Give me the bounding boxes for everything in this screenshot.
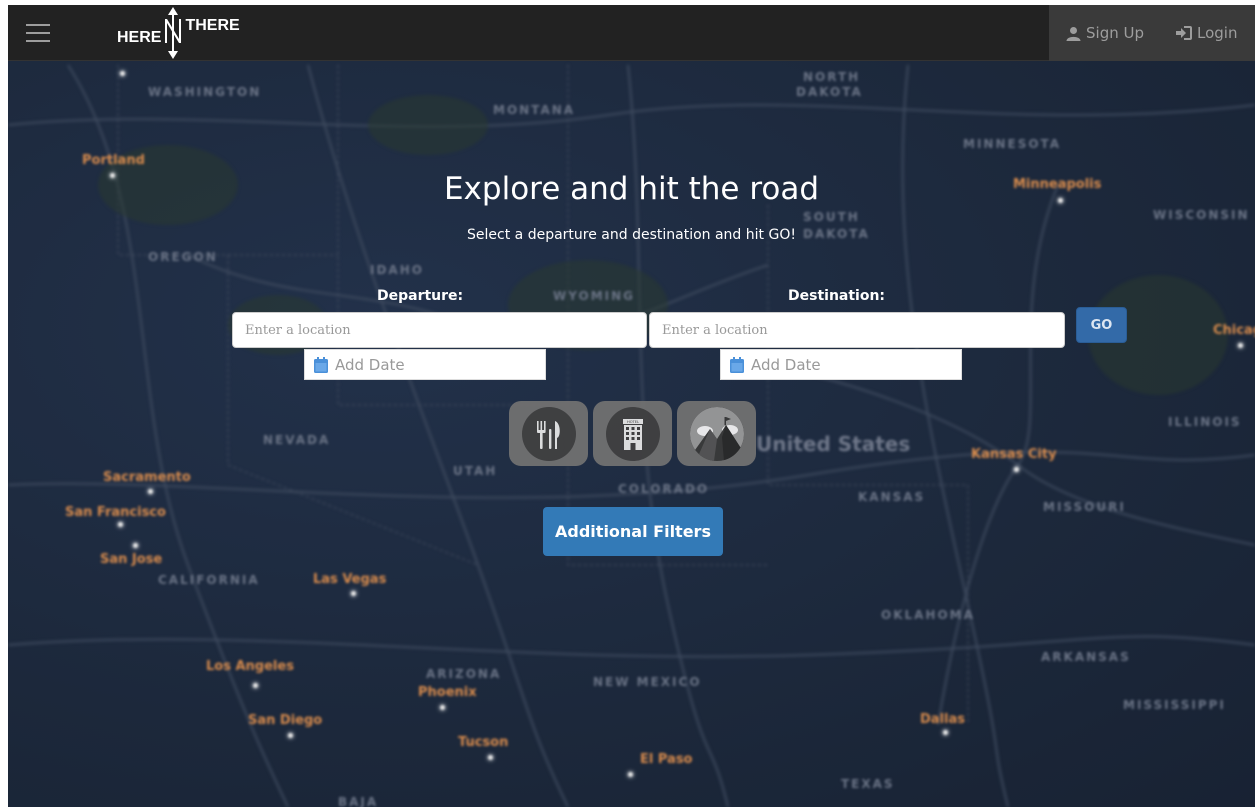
city-dot — [148, 489, 153, 494]
signup-link[interactable]: Sign Up — [1066, 24, 1144, 42]
city-dot — [118, 522, 123, 527]
map-label-state: DAKOTA — [796, 85, 863, 99]
map-label-city: Portland — [82, 153, 145, 168]
map-label-city: Los Angeles — [206, 659, 294, 674]
map-label-city: Phoenix — [418, 685, 477, 700]
city-dot — [133, 543, 138, 548]
map-label-city: San Jose — [100, 552, 163, 567]
navbar: HERE THERE Sign Up Login — [8, 5, 1255, 61]
map-label-state: COLORADO — [618, 482, 710, 496]
city-dot — [253, 683, 258, 688]
svg-text:HOTEL: HOTEL — [627, 420, 639, 424]
map-label-city: Kansas City — [971, 447, 1057, 462]
map-label-state: NEW MEXICO — [593, 675, 702, 689]
city-dot — [1238, 343, 1243, 348]
map-label-state: WASHINGTON — [148, 85, 262, 99]
city-dot — [440, 705, 445, 710]
destination-input[interactable] — [649, 312, 1065, 348]
map-label-country: United States — [756, 432, 911, 456]
brand-text-here: HERE — [117, 29, 162, 46]
mountain-icon — [689, 406, 744, 461]
page-title: Explore and hit the road — [443, 171, 820, 207]
hotel-filter-button[interactable]: HOTEL — [593, 401, 672, 466]
brand-text-there: THERE — [185, 17, 240, 34]
map-label-state: WISCONSIN — [1153, 208, 1250, 222]
map-label-state: ILLINOIS — [1168, 415, 1242, 429]
login-icon — [1176, 26, 1192, 40]
map-label-city: Chicago — [1213, 323, 1255, 338]
restaurant-icon — [521, 406, 576, 461]
destination-date-label: Add Date — [751, 355, 821, 374]
map-label-state: OREGON — [148, 250, 218, 264]
map-label-state: NEVADA — [263, 433, 331, 447]
map-label-state: MINNESOTA — [963, 137, 1062, 151]
user-icon — [1066, 26, 1081, 41]
brand-logo[interactable]: HERE THERE — [117, 5, 240, 61]
signup-label: Sign Up — [1086, 24, 1144, 42]
outdoors-filter-button[interactable] — [677, 401, 756, 466]
app-frame: WASHINGTON MONTANA NORTH DAKOTA MINNESOT… — [8, 5, 1255, 807]
calendar-icon — [730, 356, 744, 373]
map-label-state: SOUTH — [803, 210, 860, 224]
map-label-state: BAJA — [338, 795, 379, 807]
map-label-city: San Diego — [248, 713, 323, 728]
map-label-state: MISSOURI — [1043, 500, 1126, 514]
departure-date-picker[interactable]: Add Date — [304, 349, 546, 380]
city-dot — [1014, 467, 1019, 472]
destination-label: Destination: — [788, 288, 886, 304]
city-dot — [351, 591, 356, 596]
city-dot — [628, 772, 633, 777]
login-label: Login — [1197, 24, 1238, 42]
departure-label: Departure: — [377, 288, 464, 304]
map-label-state: MISSISSIPPI — [1123, 698, 1226, 712]
city-dot — [943, 730, 948, 735]
city-dot — [288, 733, 293, 738]
login-link[interactable]: Login — [1176, 24, 1237, 42]
map-label-state: ARIZONA — [426, 667, 502, 681]
go-button[interactable]: GO — [1076, 307, 1127, 343]
map-label-city: Sacramento — [103, 470, 191, 485]
hamburger-icon[interactable] — [26, 21, 50, 45]
calendar-icon — [314, 356, 328, 373]
map-label-state: KANSAS — [858, 490, 926, 504]
north-arrow-icon — [163, 5, 183, 61]
city-dot — [120, 71, 125, 76]
restaurant-filter-button[interactable] — [509, 401, 588, 466]
nav-account-links: Sign Up Login — [1049, 5, 1255, 61]
departure-input[interactable] — [232, 312, 647, 348]
map-label-state: OKLAHOMA — [881, 608, 975, 622]
additional-filters-button[interactable]: Additional Filters — [543, 507, 723, 556]
departure-date-label: Add Date — [335, 355, 405, 374]
map-label-city: Dallas — [920, 712, 965, 727]
city-dot — [488, 755, 493, 760]
hotel-icon: HOTEL — [605, 406, 660, 461]
map-label-city: Las Vegas — [313, 572, 387, 587]
map-label-state: MONTANA — [493, 103, 576, 117]
map-label-city: Tucson — [458, 735, 509, 750]
map-label-state: ARKANSAS — [1041, 650, 1131, 664]
map-label-state: WYOMING — [553, 289, 635, 303]
map-label-state: IDAHO — [370, 263, 424, 277]
map-label-state: TEXAS — [841, 777, 895, 791]
map-label-state: NORTH — [803, 70, 861, 84]
destination-date-picker[interactable]: Add Date — [720, 349, 962, 380]
map-label-city: El Paso — [640, 752, 693, 767]
map-label-state: UTAH — [453, 464, 498, 478]
map-label-city: San Francisco — [65, 505, 166, 520]
map-label-state: CALIFORNIA — [158, 573, 260, 587]
page-subtitle: Select a departure and destination and h… — [467, 227, 796, 243]
